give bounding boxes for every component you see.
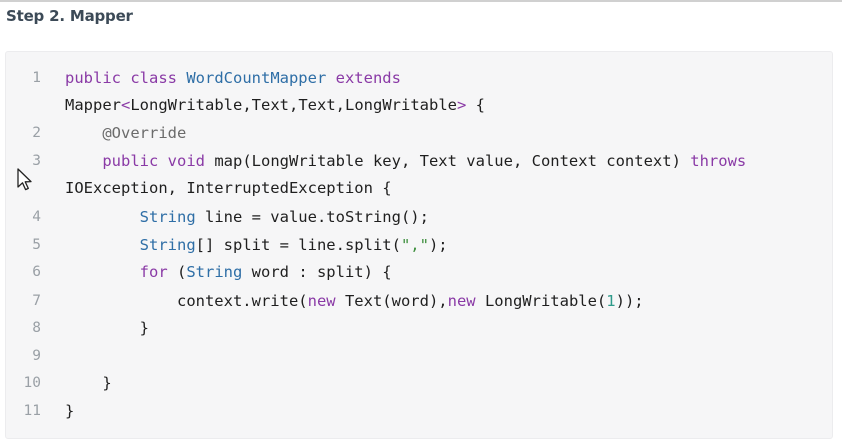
section-heading: Step 2. Mapper: [6, 7, 133, 25]
line-number: 7: [32, 293, 41, 309]
code-token: context.write(: [176, 292, 308, 310]
line-number: 2: [32, 125, 41, 141]
code-line: @Override: [65, 124, 186, 142]
code-token: new: [447, 292, 485, 310]
line-number: 4: [32, 209, 41, 225]
line-number: 1: [32, 70, 41, 86]
code-token: ,: [289, 96, 299, 114]
code-line: }: [65, 402, 74, 420]
code-token: public: [102, 152, 168, 170]
code-token: String: [186, 263, 252, 281]
code-token: ,: [335, 96, 346, 114]
code-token: LongWritable: [345, 96, 457, 114]
code-token: );: [428, 236, 448, 254]
code-token: line = value.toString();: [204, 208, 429, 226]
line-number: 9: [32, 348, 41, 364]
code-token: Text(word),: [344, 292, 448, 310]
code-token: ));: [615, 292, 644, 310]
mouse-cursor-icon: [17, 168, 32, 191]
top-divider: [0, 0, 842, 2]
code-token: String: [139, 208, 205, 226]
line-number: 6: [32, 264, 41, 280]
code-token: void: [167, 152, 215, 170]
line-number: 5: [32, 237, 41, 253]
code-token: word : split) {: [251, 263, 392, 281]
line-number: 11: [23, 403, 41, 419]
code-line: }: [65, 374, 112, 392]
code-token: ",": [400, 236, 429, 254]
code-token: @Override: [102, 124, 187, 142]
code-token: Mapper: [65, 96, 121, 114]
code-token: >: [457, 96, 476, 114]
code-token: LongWritable: [130, 96, 243, 114]
line-number: 8: [32, 320, 41, 336]
code-token: new: [307, 292, 345, 310]
code-token: {: [475, 96, 486, 114]
line-number: 3: [32, 153, 41, 169]
code-token: String: [139, 236, 196, 254]
code-token: extends: [335, 69, 401, 87]
code-token: WordCountMapper: [186, 69, 336, 87]
code-token: ,: [242, 96, 252, 114]
line-number: 10: [23, 375, 41, 391]
code-block: 1 public class WordCountMapper extends Map…: [5, 51, 833, 439]
code-token: class: [130, 69, 187, 87]
code-token: LongWritable(: [484, 292, 607, 310]
code-line: String line = value.toString();: [65, 208, 429, 226]
code-token: }: [65, 319, 149, 337]
code-token: }: [65, 402, 75, 420]
code-token: throws: [690, 152, 747, 170]
code-token: for: [139, 263, 177, 281]
code-token: map(LongWritable key, Text value, Contex…: [214, 152, 691, 170]
code-line: IOException, InterruptedException {: [65, 179, 392, 197]
code-token: Text: [298, 96, 336, 114]
code-line: context.write(new Text(word),new LongWri…: [65, 292, 644, 310]
code-token: (: [176, 263, 187, 281]
code-line: String[] split = line.split(",");: [65, 236, 448, 254]
code-token: public: [65, 69, 131, 87]
code-token: <: [121, 96, 131, 114]
code-line: public class WordCountMapper extends: [65, 69, 401, 87]
code-token: 1: [606, 292, 616, 310]
code-token: }: [65, 374, 112, 392]
code-line: Mapper<LongWritable,Text,Text,LongWritab…: [65, 96, 485, 114]
code-token: [] split = line.split(: [195, 236, 401, 254]
code-line: public void map(LongWritable key, Text v…: [65, 152, 746, 170]
code-token: IOException, InterruptedException {: [65, 179, 392, 197]
code-token: Text: [251, 96, 289, 114]
code-line: for (String word : split) {: [65, 263, 392, 281]
code-line: }: [65, 319, 149, 337]
